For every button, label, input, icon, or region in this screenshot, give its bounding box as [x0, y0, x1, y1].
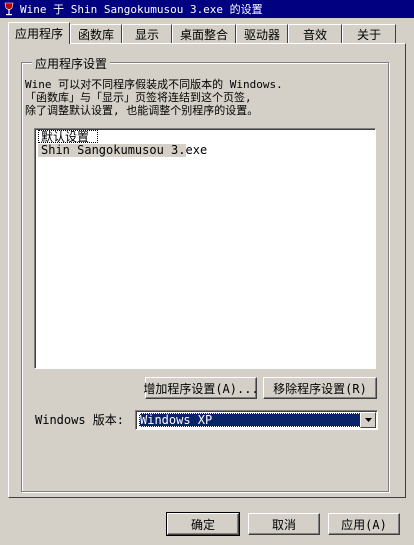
tab-label: 桌面整合	[179, 27, 228, 42]
chevron-down-icon	[364, 418, 372, 422]
tab-about[interactable]: 关于	[342, 24, 396, 43]
tab-label: 驱动器	[243, 27, 280, 42]
list-item-default-settings[interactable]: 默认设置	[38, 130, 98, 144]
remove-application-button[interactable]: 移除程序设置(R)	[263, 377, 377, 399]
tab-label: 音效	[302, 27, 327, 42]
application-list[interactable]: 默认设置 Shin Sangokumusou 3.exe	[34, 128, 376, 369]
tab-strip: 应用程序 函数库 显示 桌面整合 驱动器 音效 关于	[8, 22, 406, 44]
description-line: 「函数库」与「显示」页签将连结到这个页签,	[25, 91, 252, 104]
apply-button[interactable]: 应用(A)	[328, 513, 400, 535]
tab-audio[interactable]: 音效	[288, 24, 342, 43]
group-title: 应用程序设置	[32, 55, 111, 72]
description-text: Wine 可以对不同程序假装成不同版本的 Windows. 「函数库」与「显示」…	[25, 78, 385, 117]
tab-drives[interactable]: 驱动器	[236, 24, 288, 43]
list-item-application[interactable]: Shin Sangokumusou 3.exe	[38, 144, 207, 157]
tab-graphics[interactable]: 显示	[122, 24, 172, 43]
tab-label: 函数库	[77, 27, 114, 42]
title-bar[interactable]: Wine 于 Shin Sangokumusou 3.exe 的设置	[0, 0, 414, 18]
ok-button[interactable]: 确定	[166, 512, 240, 536]
tab-panel: 应用程序设置 Wine 可以对不同程序假装成不同版本的 Windows. 「函数…	[8, 43, 406, 498]
tab-label: 应用程序	[14, 27, 63, 41]
tab-applications[interactable]: 应用程序	[8, 22, 70, 44]
windows-version-label: Windows 版本:	[35, 413, 125, 427]
wine-glass-icon	[2, 2, 16, 16]
window-title: Wine 于 Shin Sangokumusou 3.exe 的设置	[20, 3, 263, 16]
tab-label: 显示	[134, 27, 159, 42]
description-line: 除了调整默认设置, 也能调整个别程序的设置。	[25, 104, 259, 117]
tab-label: 关于	[356, 27, 381, 42]
tab-libraries[interactable]: 函数库	[70, 24, 122, 43]
cancel-button[interactable]: 取消	[248, 513, 320, 535]
dropdown-arrow-button[interactable]	[360, 412, 376, 428]
windows-version-value: Windows XP	[139, 413, 361, 427]
windows-version-select[interactable]: Windows XP	[135, 410, 378, 430]
description-line: Wine 可以对不同程序假装成不同版本的 Windows.	[25, 78, 283, 91]
tab-desktop-integration[interactable]: 桌面整合	[172, 24, 236, 43]
add-application-button[interactable]: 增加程序设置(A)...	[143, 377, 259, 399]
